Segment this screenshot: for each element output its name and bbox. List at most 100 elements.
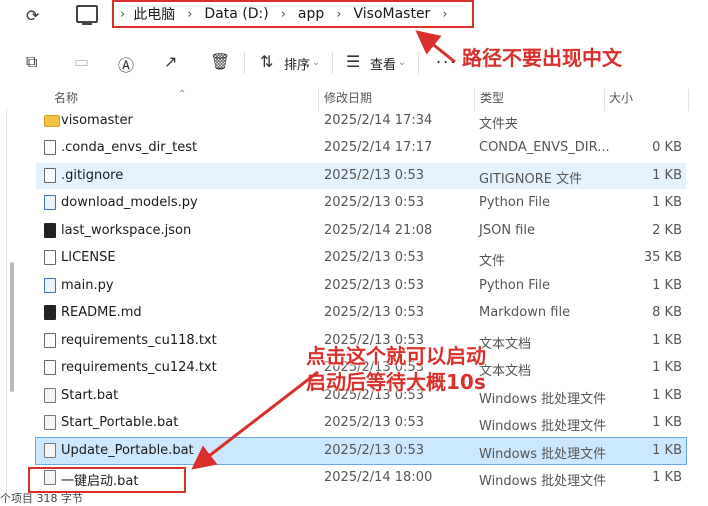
file-row[interactable]: README.md 2025/2/13 0:53 Markdown file 8… <box>36 300 686 326</box>
file-row[interactable]: download_models.py 2025/2/13 0:53 Python… <box>36 190 686 216</box>
json-file-icon <box>44 223 56 238</box>
text-file-icon <box>44 360 56 375</box>
file-size: 1 KB <box>652 388 682 403</box>
file-size: 0 KB <box>652 140 682 155</box>
file-row[interactable]: Start_Portable.bat 2025/2/13 0:53 Window… <box>36 410 686 436</box>
file-row-selected[interactable]: Update_Portable.bat 2025/2/13 0:53 Windo… <box>35 437 687 465</box>
file-icon <box>44 168 56 183</box>
launch-annotation: 点击这个就可以启动 启动后等待大概10s <box>306 343 486 395</box>
batch-file-icon <box>44 443 56 458</box>
share-icon[interactable]: ↗ <box>164 52 177 71</box>
breadcrumb-item-visomaster[interactable]: VisoMaster <box>353 6 430 22</box>
file-name[interactable]: Start.bat <box>61 388 118 403</box>
sort-button[interactable]: 排序 <box>284 54 310 73</box>
column-header-size[interactable]: 大小 <box>609 89 633 106</box>
file-name[interactable]: Start_Portable.bat <box>61 415 178 430</box>
file-type: Windows 批处理文件 <box>479 474 607 489</box>
chevron-down-icon[interactable]: ⌄ <box>398 57 406 68</box>
rename-icon[interactable]: Ⓐ <box>118 52 134 76</box>
file-row[interactable]: .conda_envs_dir_test 2025/2/14 17:17 CON… <box>36 135 686 161</box>
toolbar-divider <box>418 52 419 74</box>
file-date: 2025/2/13 0:53 <box>324 443 424 458</box>
chevron-right-icon[interactable]: › <box>336 7 341 22</box>
file-row[interactable]: last_workspace.json 2025/2/14 21:08 JSON… <box>36 218 686 244</box>
launch-annotation-line2: 启动后等待大概10s <box>306 370 486 394</box>
file-date: 2025/2/13 0:53 <box>324 278 424 293</box>
file-type: GITIGNORE 文件 <box>479 172 583 187</box>
column-header-type[interactable]: 类型 <box>480 89 504 106</box>
file-name[interactable]: .gitignore <box>61 168 123 183</box>
navigation-scrollbar[interactable] <box>10 262 14 392</box>
file-size: 8 KB <box>652 305 682 320</box>
folder-icon <box>44 115 60 127</box>
breadcrumb-item-this-pc[interactable]: 此电脑 <box>133 4 175 24</box>
file-date: 2025/2/14 18:00 <box>324 470 433 485</box>
file-name[interactable]: download_models.py <box>61 195 198 210</box>
file-date: 2025/2/14 17:34 <box>324 113 433 128</box>
column-header-modified[interactable]: 修改日期 <box>324 89 372 106</box>
file-date: 2025/2/13 0:53 <box>324 195 424 210</box>
paste-icon[interactable]: ▭ <box>74 52 89 71</box>
file-type: Windows 批处理文件 <box>479 447 607 462</box>
file-name[interactable]: last_workspace.json <box>61 223 191 238</box>
file-type: Python File <box>479 195 550 210</box>
file-name[interactable]: requirements_cu118.txt <box>61 333 217 348</box>
chevron-right-icon[interactable]: › <box>187 7 192 22</box>
file-date: 2025/2/14 17:17 <box>324 140 433 155</box>
more-options-button[interactable]: ... <box>436 48 457 67</box>
address-bar: ⟳ › 此电脑 › Data (D:) › app › VisoMaster › <box>0 0 708 32</box>
batch-file-icon <box>44 388 56 403</box>
file-size: 1 KB <box>652 195 682 210</box>
file-date: 2025/2/13 0:53 <box>324 168 424 183</box>
breadcrumb[interactable]: › 此电脑 › Data (D:) › app › VisoMaster › <box>112 0 474 28</box>
file-size: 1 KB <box>652 333 682 348</box>
chevron-right-icon[interactable]: › <box>120 7 125 22</box>
file-type: JSON file <box>479 223 535 238</box>
file-type: 文本文档 <box>479 337 532 352</box>
view-icon[interactable]: ☰ <box>346 52 360 71</box>
breadcrumb-item-app[interactable]: app <box>298 6 324 22</box>
file-size: 1 KB <box>652 443 682 458</box>
breadcrumb-item-drive[interactable]: Data (D:) <box>204 6 268 22</box>
file-row[interactable]: visomaster 2025/2/14 17:34 文件夹 <box>36 108 686 134</box>
column-header-name[interactable]: 名称 <box>54 89 78 106</box>
python-file-icon <box>44 278 56 293</box>
file-size: 1 KB <box>652 415 682 430</box>
file-date: 2025/2/13 0:53 <box>324 415 424 430</box>
sort-ascending-icon: ⌃ <box>178 89 187 100</box>
file-size: 2 KB <box>652 223 682 238</box>
file-name[interactable]: requirements_cu124.txt <box>61 360 217 375</box>
file-row[interactable]: .gitignore 2025/2/13 0:53 GITIGNORE 文件 1… <box>36 163 686 189</box>
file-row[interactable]: LICENSE 2025/2/13 0:53 文件 35 KB <box>36 245 686 271</box>
file-icon <box>44 140 56 155</box>
file-name[interactable]: Update_Portable.bat <box>61 443 194 458</box>
file-type: Markdown file <box>479 305 571 320</box>
file-size: 1 KB <box>652 168 682 183</box>
copy-icon[interactable]: ⧉ <box>26 52 37 72</box>
file-size: 35 KB <box>643 250 682 265</box>
delete-icon[interactable]: 🗑 <box>210 52 230 71</box>
file-icon <box>44 250 56 265</box>
file-type: CONDA_ENVS_DIR... <box>479 140 610 155</box>
view-button[interactable]: 查看 <box>370 54 396 73</box>
chevron-right-icon[interactable]: › <box>442 7 447 22</box>
file-type: Windows 批处理文件 <box>479 392 607 407</box>
file-name[interactable]: visomaster <box>61 113 133 128</box>
file-name[interactable]: .conda_envs_dir_test <box>61 140 197 155</box>
file-name[interactable]: README.md <box>61 305 142 320</box>
markdown-file-icon <box>44 305 56 320</box>
file-size: 1 KB <box>652 470 682 485</box>
toolbar-divider <box>244 52 245 74</box>
computer-icon[interactable] <box>76 5 98 25</box>
file-size: 1 KB <box>652 360 682 375</box>
refresh-icon[interactable]: ⟳ <box>26 6 39 25</box>
file-size: 1 KB <box>652 278 682 293</box>
status-bar: 个项目 318 字节 <box>0 492 83 505</box>
chevron-right-icon[interactable]: › <box>281 7 286 22</box>
chevron-down-icon[interactable]: ⌄ <box>312 57 320 68</box>
file-row[interactable]: main.py 2025/2/13 0:53 Python File 1 KB <box>36 273 686 299</box>
file-name[interactable]: LICENSE <box>61 250 116 265</box>
column-divider[interactable] <box>688 89 689 111</box>
sort-icon[interactable]: ⇅ <box>260 52 273 71</box>
file-name[interactable]: main.py <box>61 278 114 293</box>
